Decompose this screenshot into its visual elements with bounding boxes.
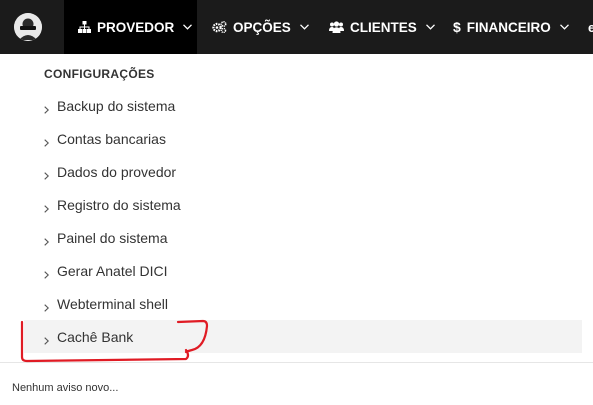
avatar-image	[14, 13, 42, 41]
nav-clientes-label: CLIENTES	[350, 19, 417, 35]
chevron-down-icon	[299, 24, 309, 30]
chevron-right-icon	[44, 299, 50, 315]
chevron-right-icon	[44, 266, 50, 282]
chevron-right-icon	[44, 233, 50, 249]
menu-item-contas-bancarias[interactable]: Contas bancarias	[24, 122, 582, 155]
chevron-down-icon	[425, 24, 435, 30]
chevron-right-icon	[44, 200, 50, 216]
menu-item-label: Gerar Anatel DICI	[57, 262, 168, 279]
menu-item-webterminal-shell[interactable]: Webterminal shell	[24, 287, 582, 320]
chevron-right-icon	[44, 101, 50, 117]
menu-item-label: Webterminal shell	[57, 295, 169, 312]
menu-item-label: Registro do sistema	[57, 196, 181, 213]
menu-item-label: Cachê Bank	[57, 328, 134, 345]
menu-item-painel-do-sistema[interactable]: Painel do sistema	[24, 221, 582, 254]
section-title: CONFIGURAÇÕES	[44, 67, 155, 81]
nav-financeiro[interactable]: $ FINANCEIRO	[453, 0, 569, 54]
nav-opcoes-label: OPÇÕES	[233, 19, 291, 35]
menu-item-label: Contas bancarias	[57, 130, 166, 147]
nav-overflow-item[interactable]: e	[588, 0, 593, 54]
menu-item-cache-bank[interactable]: Cachê Bank	[24, 320, 582, 353]
nav-clientes[interactable]: CLIENTES	[329, 0, 435, 54]
dollar-icon: $	[453, 19, 461, 35]
menu-item-registro-do-sistema[interactable]: Registro do sistema	[24, 188, 582, 221]
notifications-text: Nenhum aviso novo...	[12, 382, 119, 394]
menu-item-gerar-anatel-dici[interactable]: Gerar Anatel DICI	[24, 254, 582, 287]
chevron-right-icon	[44, 332, 50, 348]
chevron-right-icon	[44, 167, 50, 183]
divider	[0, 362, 593, 363]
partial-icon: e	[588, 19, 593, 35]
menu-item-label: Dados do provedor	[57, 163, 177, 180]
chevron-down-icon	[183, 24, 193, 30]
user-avatar[interactable]	[14, 13, 42, 41]
menu-item-label: Painel do sistema	[57, 229, 168, 246]
nav-provedor-label: PROVEDOR	[97, 19, 175, 35]
menu-item-backup-do-sistema[interactable]: Backup do sistema	[24, 89, 582, 122]
nav-provedor[interactable]: PROVEDOR	[64, 0, 197, 54]
menu-item-dados-do-provedor[interactable]: Dados do provedor	[24, 155, 582, 188]
cogs-icon	[212, 21, 227, 33]
top-navbar: PROVEDOR OPÇÕES CLIENTES $ FINANCEIRO e	[0, 0, 593, 54]
sitemap-icon	[78, 21, 91, 33]
nav-financeiro-label: FINANCEIRO	[466, 19, 551, 35]
chevron-right-icon	[44, 134, 50, 150]
menu-item-label: Backup do sistema	[57, 97, 176, 114]
chevron-down-icon	[559, 24, 569, 30]
users-icon	[329, 21, 344, 33]
nav-opcoes[interactable]: OPÇÕES	[212, 0, 309, 54]
